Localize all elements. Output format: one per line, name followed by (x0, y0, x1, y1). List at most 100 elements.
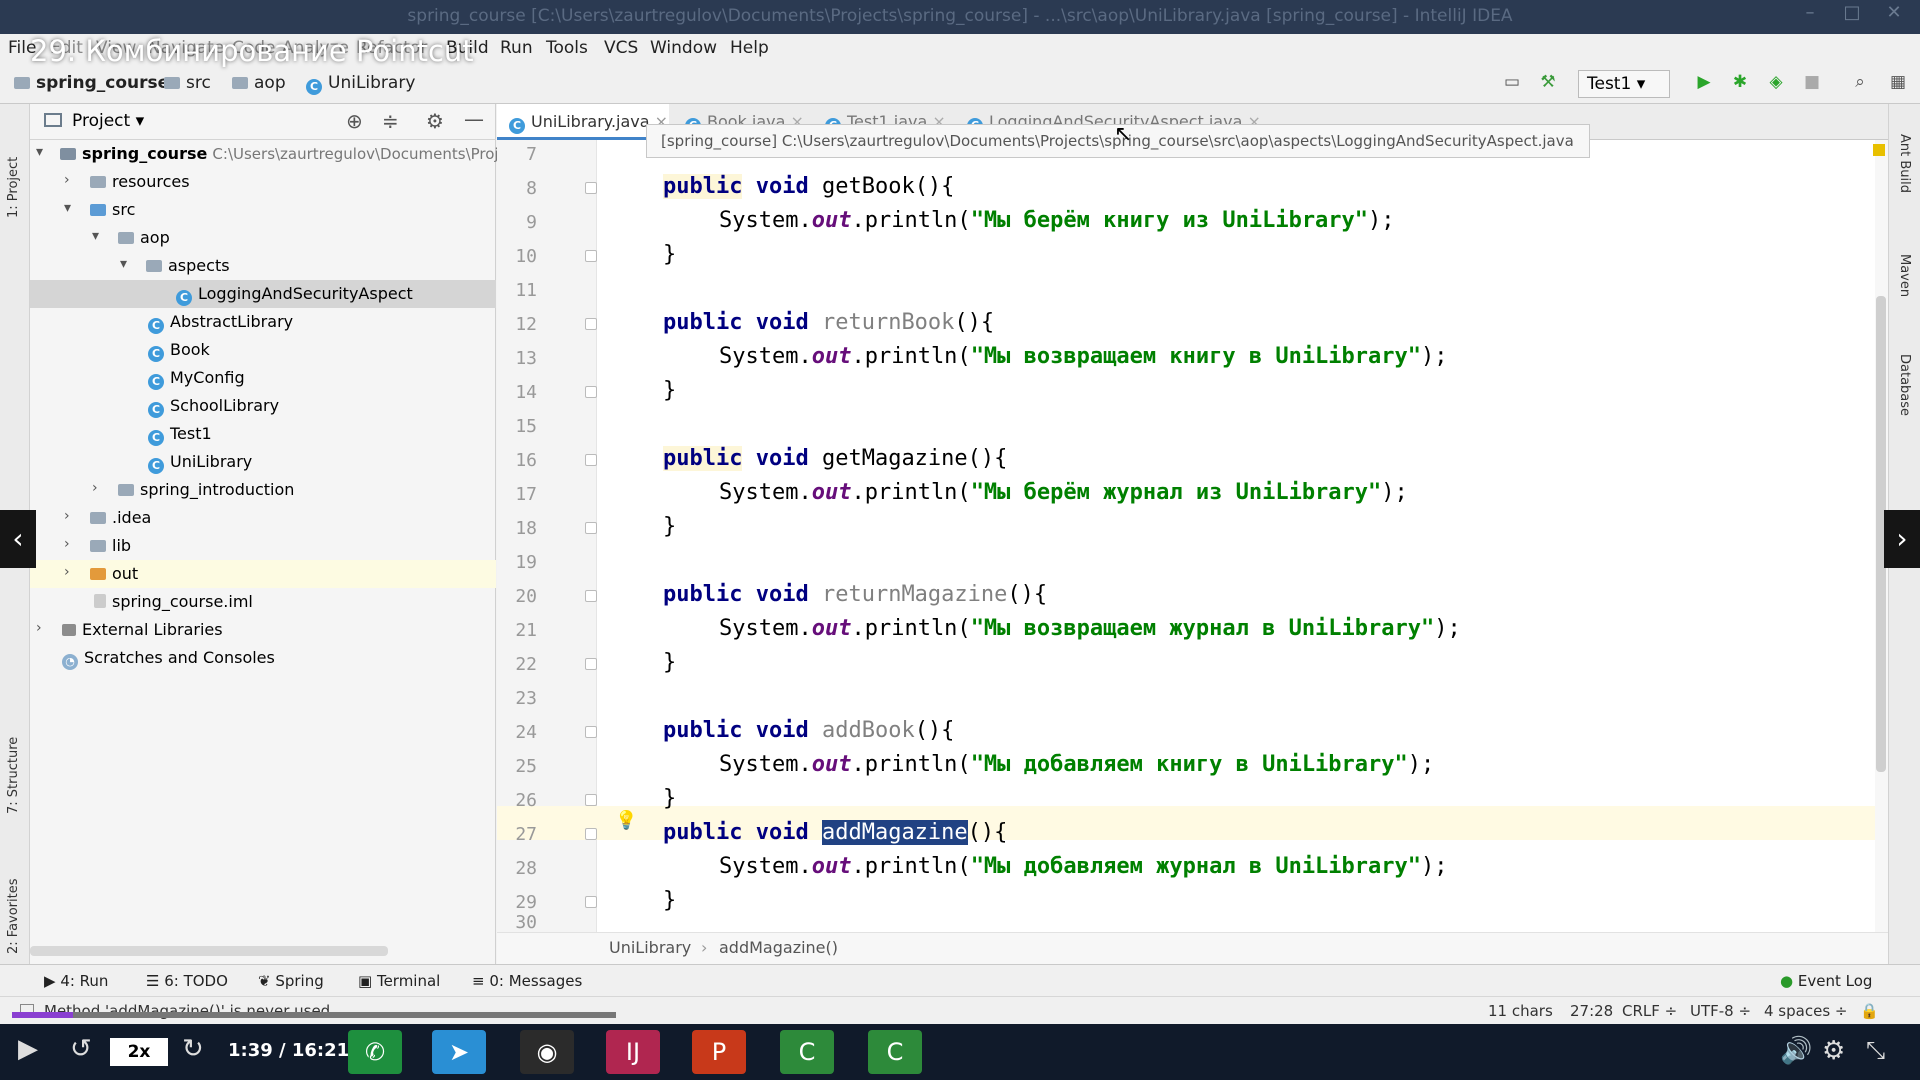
tree-item-scratches[interactable]: ◔ Scratches and Consoles (30, 644, 496, 672)
layout-icon[interactable]: ▭ (1500, 72, 1524, 96)
caret-position[interactable]: 27:28 (1570, 1002, 1613, 1020)
indent-setting[interactable]: 4 spaces ÷ (1764, 1002, 1847, 1020)
tree-item-unilibrary[interactable]: C UniLibrary (30, 448, 496, 476)
tree-item-src[interactable]: ▾ src (30, 196, 496, 224)
editor-breadcrumb-class[interactable]: UniLibrary (609, 938, 691, 957)
project-tool-button[interactable]: 1: Project (6, 118, 21, 218)
build-hammer-icon[interactable]: ⚒ (1536, 72, 1560, 96)
close-icon[interactable]: ✕ (1874, 2, 1914, 28)
structure-tool-button[interactable]: 7: Structure (6, 704, 21, 814)
fold-marker[interactable] (585, 182, 597, 194)
tree-item-spring-course[interactable]: ▾ spring_course C:\Users\zaurtregulov\Do… (30, 140, 499, 168)
camtasia-recorder-icon[interactable]: C (868, 1030, 922, 1074)
breadcrumb-project[interactable]: spring_course (14, 73, 169, 93)
forward-icon[interactable]: ↻ (182, 1034, 204, 1064)
settings-gear-icon[interactable]: ⚙ (426, 109, 444, 133)
scratches-icon: ◔ (62, 654, 78, 670)
database-tool-button[interactable]: Database (1897, 354, 1912, 454)
terminal-tool-button[interactable]: ▣ Terminal (358, 972, 440, 990)
run-tool-button[interactable]: ▶ 4: Run (44, 972, 108, 990)
tree-item-aop[interactable]: ▾ aop (30, 224, 496, 252)
tree-item-abstractlibrary[interactable]: C AbstractLibrary (30, 308, 496, 336)
fold-marker[interactable] (585, 250, 597, 262)
menu-tools[interactable]: Tools (546, 38, 588, 58)
tree-item-external-libraries[interactable]: › External Libraries (30, 616, 496, 644)
fold-marker[interactable] (585, 454, 597, 466)
fold-marker[interactable] (585, 658, 597, 670)
run-configuration-select[interactable]: Test1 ▾ (1578, 70, 1670, 98)
intellij-icon[interactable]: IJ (606, 1030, 660, 1074)
next-arrow-icon[interactable]: › (1884, 510, 1920, 568)
menu-vcs[interactable]: VCS (604, 38, 638, 58)
project-structure-icon[interactable]: ▦ (1886, 72, 1910, 96)
editor-breadcrumb-method[interactable]: addMagazine() (719, 938, 838, 957)
volume-icon[interactable]: 🔊 (1780, 1036, 1812, 1066)
playback-speed[interactable]: 2x (110, 1038, 168, 1066)
tree-item-myconfig[interactable]: C MyConfig (30, 364, 496, 392)
play-icon[interactable]: ▶ (18, 1034, 38, 1064)
menu-run[interactable]: Run (500, 38, 533, 58)
run-icon[interactable]: ▶ (1692, 72, 1716, 96)
fold-marker[interactable] (585, 590, 597, 602)
spring-tool-button[interactable]: ❦ Spring (258, 972, 324, 990)
code-editor[interactable]: 7 8 9 10 11 12 13 14 15 16 17 18 19 20 2… (497, 140, 1888, 964)
lightbulb-icon[interactable]: 💡 (615, 810, 637, 831)
tree-item-iml[interactable]: spring_course.iml (30, 588, 496, 616)
debug-icon[interactable]: ✱ (1728, 72, 1752, 96)
project-view-selector[interactable]: Project ▾ (72, 111, 144, 131)
event-log-button[interactable]: ● Event Log (1780, 972, 1872, 990)
tab-unilibrary[interactable]: C UniLibrary.java × (497, 104, 669, 140)
video-progress-bar[interactable] (12, 1012, 616, 1018)
fold-marker[interactable] (585, 318, 597, 330)
collapse-all-icon[interactable]: ≑ (382, 109, 399, 133)
chrome-icon[interactable]: ◉ (520, 1030, 574, 1074)
selected-identifier[interactable]: addMagazine (821, 820, 968, 845)
tree-item-aspects[interactable]: ▾ aspects (30, 252, 496, 280)
breadcrumb-unilibrary[interactable]: C UniLibrary (306, 73, 415, 95)
tree-item-out[interactable]: › out (30, 560, 496, 588)
menu-help[interactable]: Help (730, 38, 769, 58)
tree-item-spring-introduction[interactable]: › spring_introduction (30, 476, 496, 504)
tree-item-test1[interactable]: C Test1 (30, 420, 496, 448)
fold-marker[interactable] (585, 726, 597, 738)
horizontal-scrollbar[interactable] (30, 946, 388, 956)
stop-icon[interactable]: ■ (1800, 72, 1824, 96)
powerpoint-icon[interactable]: P (692, 1030, 746, 1074)
file-encoding[interactable]: UTF-8 ÷ (1690, 1002, 1751, 1020)
telegram-icon[interactable]: ➤ (432, 1030, 486, 1074)
tree-item-loggingandsecurityaspect[interactable]: C LoggingAndSecurityAspect (30, 280, 496, 308)
search-icon[interactable]: ⌕ (1848, 72, 1872, 96)
line-separator[interactable]: CRLF ÷ (1622, 1002, 1677, 1020)
fold-marker[interactable] (585, 386, 597, 398)
locate-icon[interactable]: ⊕ (346, 109, 363, 133)
ant-build-tool-button[interactable]: Ant Build (1897, 134, 1912, 224)
tree-item-schoollibrary[interactable]: C SchoolLibrary (30, 392, 496, 420)
messages-tool-button[interactable]: ≡ 0: Messages (472, 972, 582, 990)
fold-marker[interactable] (585, 896, 597, 908)
coverage-icon[interactable]: ◈ (1764, 72, 1788, 96)
menu-window[interactable]: Window (650, 38, 717, 58)
minimize-icon[interactable]: – (1790, 2, 1830, 28)
fold-marker[interactable] (585, 828, 597, 840)
maven-tool-button[interactable]: Maven (1897, 254, 1912, 324)
breadcrumb-aop[interactable]: aop (232, 73, 286, 93)
inspection-status-icon[interactable] (1873, 144, 1885, 156)
fold-marker[interactable] (585, 522, 597, 534)
favorites-tool-button[interactable]: 2: Favorites (6, 844, 21, 954)
breadcrumb-src[interactable]: src (164, 73, 211, 93)
tree-item-lib[interactable]: › lib (30, 532, 496, 560)
hide-panel-icon[interactable]: — (464, 107, 484, 131)
previous-arrow-icon[interactable]: ‹ (0, 510, 36, 568)
whatsapp-icon[interactable]: ✆ (348, 1030, 402, 1074)
tree-item-book[interactable]: C Book (30, 336, 496, 364)
lock-icon[interactable]: 🔒 (1860, 1002, 1879, 1020)
fullscreen-icon[interactable]: ⤡ (1866, 1036, 1885, 1064)
maximize-icon[interactable]: □ (1832, 2, 1872, 28)
todo-tool-button[interactable]: ☰ 6: TODO (146, 972, 228, 990)
camtasia-icon[interactable]: C (780, 1030, 834, 1074)
rewind-icon[interactable]: ↺ (70, 1034, 92, 1064)
settings-gear-icon[interactable]: ⚙ (1822, 1036, 1845, 1066)
fold-marker[interactable] (585, 794, 597, 806)
tree-item-idea[interactable]: › .idea (30, 504, 496, 532)
tree-item-resources[interactable]: › resources (30, 168, 496, 196)
